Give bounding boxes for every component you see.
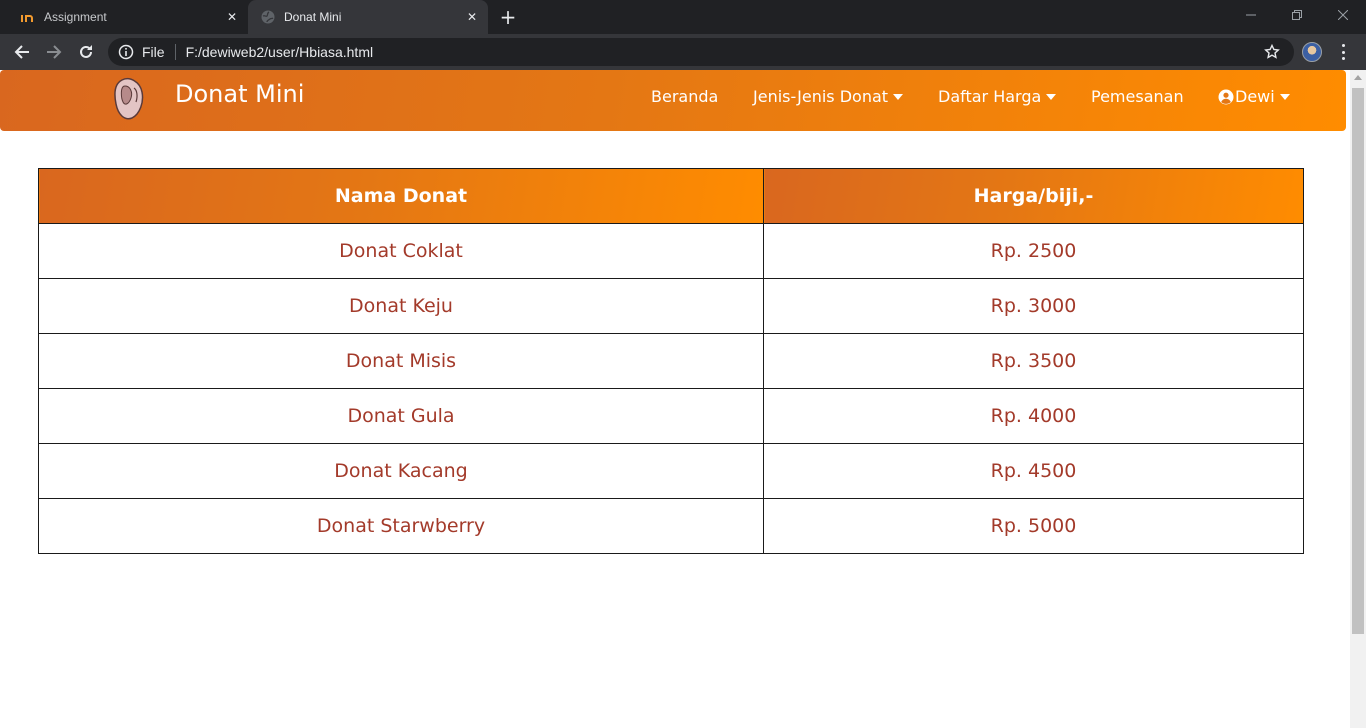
nav-item-user-dewi[interactable]: Dewi [1218,87,1290,106]
donut-price-cell: Rp. 3000 [763,278,1304,334]
nav-item-beranda[interactable]: Beranda [651,87,718,106]
nav-item-daftar-harga[interactable]: Daftar Harga [938,87,1057,106]
table-row: Donat Kacang Rp. 4500 [38,443,1304,499]
tab-close-icon[interactable]: ✕ [464,9,480,25]
caret-down-icon [1279,93,1290,100]
donut-price-cell: Rp. 2500 [763,223,1304,279]
column-header-nama-donat: Nama Donat [38,168,764,224]
donut-name-cell: Donat Kacang [38,443,764,499]
globe-icon [260,9,276,25]
address-divider [174,44,176,60]
minimize-icon[interactable] [1228,0,1274,30]
table-row: Donat Keju Rp. 3000 [38,278,1304,334]
nav-item-jenis-jenis-donat[interactable]: Jenis-Jenis Donat [753,87,904,106]
table-row: Donat Coklat Rp. 2500 [38,223,1304,279]
donut-price-cell: Rp. 4000 [763,388,1304,444]
close-window-icon[interactable] [1320,0,1366,30]
donut-name-cell: Donat Starwberry [38,498,764,554]
tab-title: Donat Mini [284,10,342,24]
donut-name-cell: Donat Gula [38,388,764,444]
brand-title[interactable]: Donat Mini [175,80,304,108]
browser-tab-assignment[interactable]: Assignment ✕ [8,0,248,34]
address-scheme: File [142,44,165,60]
table-header-row: Nama Donat Harga/biji,- [38,168,1304,224]
site-navbar: Donat Mini Beranda Jenis-Jenis Donat Daf… [0,70,1346,131]
column-header-harga: Harga/biji,- [763,168,1304,224]
nav-item-label: Daftar Harga [938,87,1042,106]
donut-logo-icon[interactable] [108,74,148,124]
nav-item-pemesanan[interactable]: Pemesanan [1091,87,1184,106]
donut-price-cell: Rp. 3500 [763,333,1304,389]
info-icon[interactable] [118,44,134,60]
tab-close-icon[interactable]: ✕ [224,9,240,25]
address-url: F:/dewiweb2/user/Hbiasa.html [185,44,374,60]
back-arrow-icon[interactable] [10,40,34,64]
nav-item-label: Pemesanan [1091,87,1184,106]
browser-menu-icon[interactable] [1336,42,1350,62]
table-row: Donat Starwberry Rp. 5000 [38,498,1304,554]
nav-item-label: Jenis-Jenis Donat [753,87,889,106]
reload-icon[interactable] [74,40,98,64]
browser-toolbar: File F:/dewiweb2/user/Hbiasa.html [0,34,1366,70]
browser-tab-strip: Assignment ✕ Donat Mini ✕ + [0,0,1366,34]
donut-name-cell: Donat Misis [38,333,764,389]
bookmark-star-icon[interactable] [1264,44,1280,60]
table-row: Donat Gula Rp. 4000 [38,388,1304,444]
donut-price-cell: Rp. 5000 [763,498,1304,554]
scroll-up-arrow-icon[interactable] [1354,75,1362,80]
price-list-table: Nama Donat Harga/biji,- Donat Coklat Rp.… [38,168,1304,554]
assignment-favicon-icon [20,9,36,25]
address-bar[interactable]: File F:/dewiweb2/user/Hbiasa.html [108,38,1294,66]
forward-arrow-icon[interactable] [42,40,66,64]
nav-item-label: Beranda [651,87,719,106]
caret-down-icon [1046,93,1057,100]
new-tab-plus-icon[interactable]: + [498,7,518,27]
scrollbar-thumb[interactable] [1352,88,1364,634]
table-row: Donat Misis Rp. 3500 [38,333,1304,389]
restore-icon[interactable] [1274,0,1320,30]
donut-price-cell: Rp. 4500 [763,443,1304,499]
profile-avatar[interactable] [1302,42,1322,62]
nav-item-label: Dewi [1235,87,1275,106]
user-circle-icon [1218,89,1234,104]
tab-title: Assignment [44,10,107,24]
page-viewport: Donat Mini Beranda Jenis-Jenis Donat Daf… [0,70,1350,728]
browser-tab-donat-mini[interactable]: Donat Mini ✕ [248,0,488,34]
donut-name-cell: Donat Coklat [38,223,764,279]
caret-down-icon [893,93,904,100]
donut-name-cell: Donat Keju [38,278,764,334]
page-scrollbar[interactable] [1350,70,1366,728]
